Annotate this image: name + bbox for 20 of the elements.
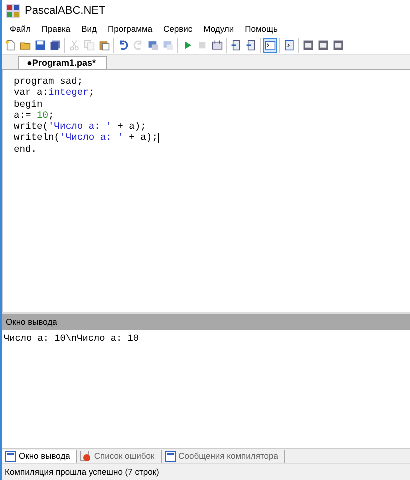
menu-item[interactable]: Помощь [241, 24, 285, 34]
code-line: begin [14, 98, 43, 110]
code-line: a:= 10; [14, 110, 54, 122]
status-text: Компиляция прошла успешно (7 строк) [2, 463, 410, 480]
output-text: Число a: 10\nЧисло a: 10 [4, 333, 140, 344]
menu-item[interactable]: Правка [38, 24, 78, 34]
code-line: program sad; [14, 76, 84, 88]
code-line: var a:integer; [14, 87, 95, 99]
window-title: PascalABC.NET [25, 5, 106, 17]
menu-item[interactable]: Вид [78, 24, 104, 34]
panel-title: Окно вывода [6, 317, 58, 327]
menu-item[interactable]: Программа [104, 24, 160, 34]
panel-tab[interactable]: Окно вывода [2, 450, 78, 462]
menu-item[interactable]: Файл [6, 24, 38, 34]
code-line: end. [14, 144, 38, 156]
code-line: writeln('Число a: ' + a); [14, 132, 159, 144]
file-tab[interactable]: ●Program1.pas* [18, 56, 107, 69]
menu-item[interactable]: Модули [200, 24, 242, 34]
menu-item[interactable]: Сервис [160, 24, 200, 34]
code-line: write('Число a: ' + a); [14, 121, 146, 132]
